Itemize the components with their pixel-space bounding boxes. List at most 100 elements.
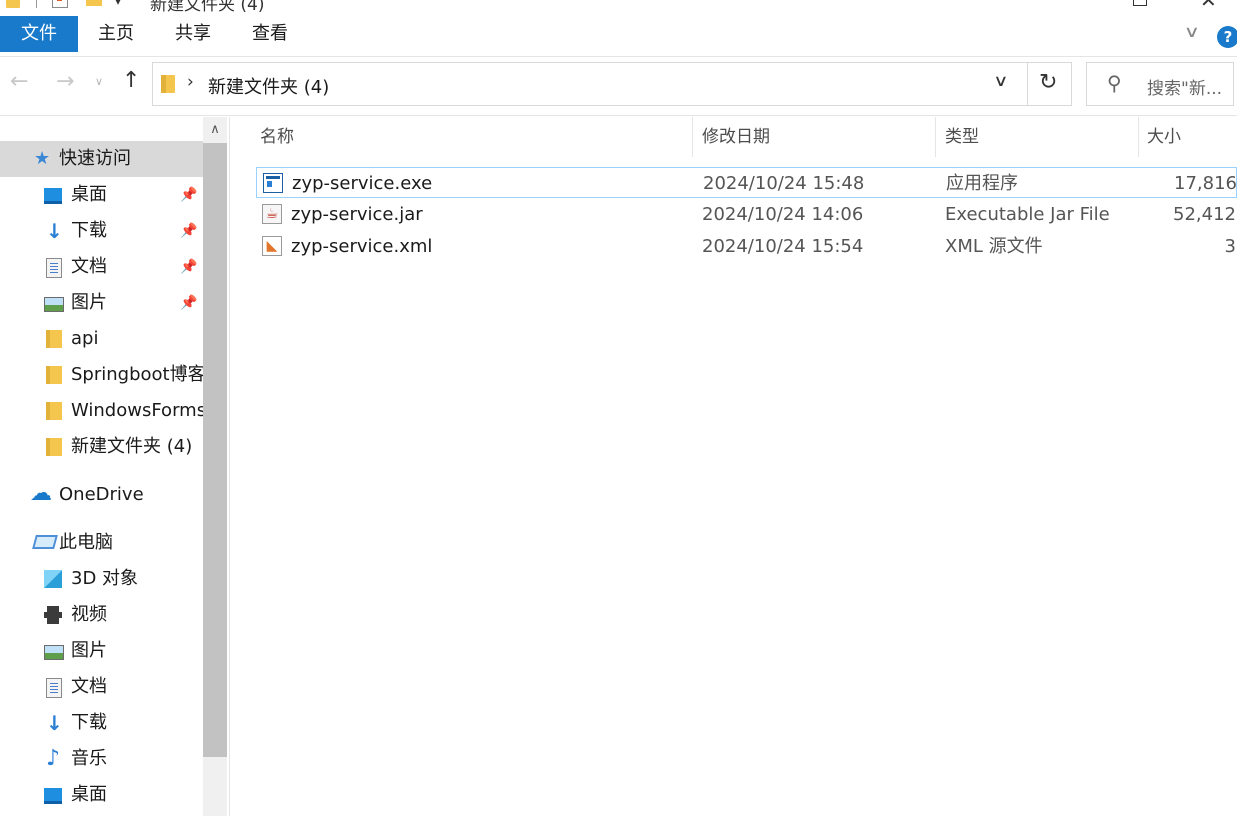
sidebar-item-label: 3D 对象 [71, 568, 139, 589]
sidebar-item-videos[interactable]: 视频 [0, 597, 203, 633]
sidebar-item-pictures-pc[interactable]: 图片 [0, 633, 203, 669]
navigation-scrollbar[interactable]: ∧ [203, 117, 227, 816]
column-divider[interactable] [935, 117, 936, 157]
file-date: 2024/10/24 14:06 [702, 204, 864, 225]
chevron-right-icon[interactable]: › [187, 72, 194, 92]
sidebar-item-label: 桌面 [71, 784, 107, 805]
pane-divider[interactable] [229, 117, 230, 816]
column-header-date[interactable]: 修改日期 [702, 117, 770, 157]
close-button[interactable]: ✕ [1200, 0, 1217, 12]
sidebar-item-desktop-pc[interactable]: 桌面 [0, 777, 203, 813]
pin-icon[interactable]: 📌 [180, 177, 197, 213]
sidebar-item-label: 新建文件夹 (4) [71, 436, 193, 457]
scroll-up-icon[interactable]: ∧ [203, 117, 227, 143]
sidebar-item-label: 快速访问 [59, 148, 131, 169]
document-icon [46, 258, 62, 278]
refresh-icon[interactable]: ↻ [1039, 70, 1057, 95]
sidebar-item-label: Springboot博客 [71, 364, 203, 385]
ribbon-tabs: 文件 主页 共享 查看 ∨ ? [0, 16, 1237, 57]
download-icon: ↓ [46, 711, 63, 735]
column-header-name[interactable]: 名称 [260, 117, 294, 157]
sidebar-item-api[interactable]: api [0, 321, 203, 357]
up-arrow-icon[interactable]: ↑ [122, 68, 140, 93]
file-size: 17,816 [1174, 173, 1237, 194]
sidebar-item-downloads-pc[interactable]: ↓ 下载 [0, 705, 203, 741]
picture-icon [44, 645, 64, 660]
sidebar-item-downloads[interactable]: ↓ 下载 📌 [0, 213, 203, 249]
sidebar-item-label: 文档 [71, 256, 107, 277]
exe-icon [263, 173, 283, 193]
sidebar-item-desktop[interactable]: 桌面 📌 [0, 177, 203, 213]
sidebar-item-3d-objects[interactable]: 3D 对象 [0, 561, 203, 597]
pin-icon[interactable]: 📌 [180, 213, 197, 249]
address-bar[interactable]: › 新建文件夹 (4) ∨ ↻ [152, 62, 1072, 106]
sidebar-item-label: 图片 [71, 640, 107, 661]
chevron-down-icon[interactable]: ▾ [114, 0, 122, 9]
folder-icon [46, 366, 62, 384]
tab-home[interactable]: 主页 [84, 16, 148, 52]
file-type: Executable Jar File [945, 204, 1110, 225]
sidebar-item-this-pc[interactable]: 此电脑 [0, 525, 203, 561]
column-divider[interactable] [692, 117, 693, 157]
folder-icon [46, 402, 62, 420]
divider [0, 115, 1237, 116]
document-icon [46, 678, 62, 698]
tab-view[interactable]: 查看 [238, 16, 302, 52]
sidebar-item-new-folder-4[interactable]: 新建文件夹 (4) [0, 429, 203, 465]
file-type: XML 源文件 [945, 236, 1043, 257]
cloud-icon: ☁ [30, 481, 52, 506]
divider [36, 0, 37, 8]
sidebar-item-springboot-blog[interactable]: Springboot博客 [0, 357, 203, 393]
sidebar-item-documents[interactable]: 文档 📌 [0, 249, 203, 285]
column-divider[interactable] [1138, 117, 1139, 157]
sidebar-item-label: WindowsForms [71, 400, 203, 421]
file-name: zyp-service.jar [291, 204, 423, 225]
search-placeholder: 搜索"新... [1147, 79, 1223, 99]
address-history-icon[interactable]: ∨ [993, 71, 1008, 90]
tab-share[interactable]: 共享 [160, 16, 226, 52]
sidebar-item-label: 音乐 [71, 748, 107, 769]
sidebar-item-documents-pc[interactable]: 文档 [0, 669, 203, 705]
computer-icon [32, 535, 58, 549]
divider [1027, 63, 1028, 105]
folder-icon [46, 438, 62, 456]
recent-locations-icon[interactable]: ∨ [95, 75, 103, 88]
forward-arrow-icon[interactable]: → [56, 69, 74, 94]
search-input[interactable]: ⚲ 搜索"新... [1086, 62, 1234, 106]
file-date: 2024/10/24 15:48 [703, 173, 865, 194]
back-arrow-icon[interactable]: ← [10, 69, 28, 94]
search-icon: ⚲ [1107, 71, 1122, 95]
xml-icon: ◣ [262, 236, 282, 256]
desktop-icon [44, 188, 62, 204]
sidebar-item-pictures[interactable]: 图片 📌 [0, 285, 203, 321]
properties-icon[interactable] [52, 0, 68, 8]
help-icon[interactable]: ? [1217, 26, 1237, 48]
pin-icon[interactable]: 📌 [180, 285, 197, 321]
maximize-button[interactable] [1133, 0, 1147, 6]
folder-icon [161, 75, 175, 93]
expand-ribbon-icon[interactable]: ∨ [1184, 22, 1200, 41]
breadcrumb[interactable]: 新建文件夹 (4) [208, 73, 329, 99]
sort-ascending-icon: ^ [463, 117, 474, 126]
pin-icon[interactable]: 📌 [180, 249, 197, 285]
column-header-type[interactable]: 类型 [945, 117, 979, 157]
table-row[interactable]: ☕ zyp-service.jar 2024/10/24 14:06 Execu… [256, 199, 1237, 230]
table-row[interactable]: zyp-service.exe 2024/10/24 15:48 应用程序 17… [256, 167, 1237, 198]
sidebar-item-label: 视频 [71, 604, 107, 625]
tab-file[interactable]: 文件 [0, 16, 78, 52]
sidebar-item-windowsforms[interactable]: WindowsForms [0, 393, 203, 429]
folder-icon[interactable] [6, 0, 20, 8]
file-type: 应用程序 [946, 173, 1018, 194]
folder-icon [46, 330, 62, 348]
scrollbar-thumb[interactable] [203, 143, 227, 757]
sidebar-item-label: 文档 [71, 676, 107, 697]
sidebar-item-label: OneDrive [59, 484, 144, 505]
sidebar-item-quick-access[interactable]: ★ 快速访问 [0, 141, 203, 177]
sidebar-item-music[interactable]: ♪ 音乐 [0, 741, 203, 777]
column-header-size[interactable]: 大小 [1147, 117, 1181, 157]
3d-objects-icon [44, 570, 62, 588]
new-folder-icon[interactable] [86, 0, 102, 6]
file-size: 52,412 [1173, 204, 1236, 225]
table-row[interactable]: ◣ zyp-service.xml 2024/10/24 15:54 XML 源… [256, 231, 1237, 262]
sidebar-item-onedrive[interactable]: ☁ OneDrive [0, 477, 203, 513]
